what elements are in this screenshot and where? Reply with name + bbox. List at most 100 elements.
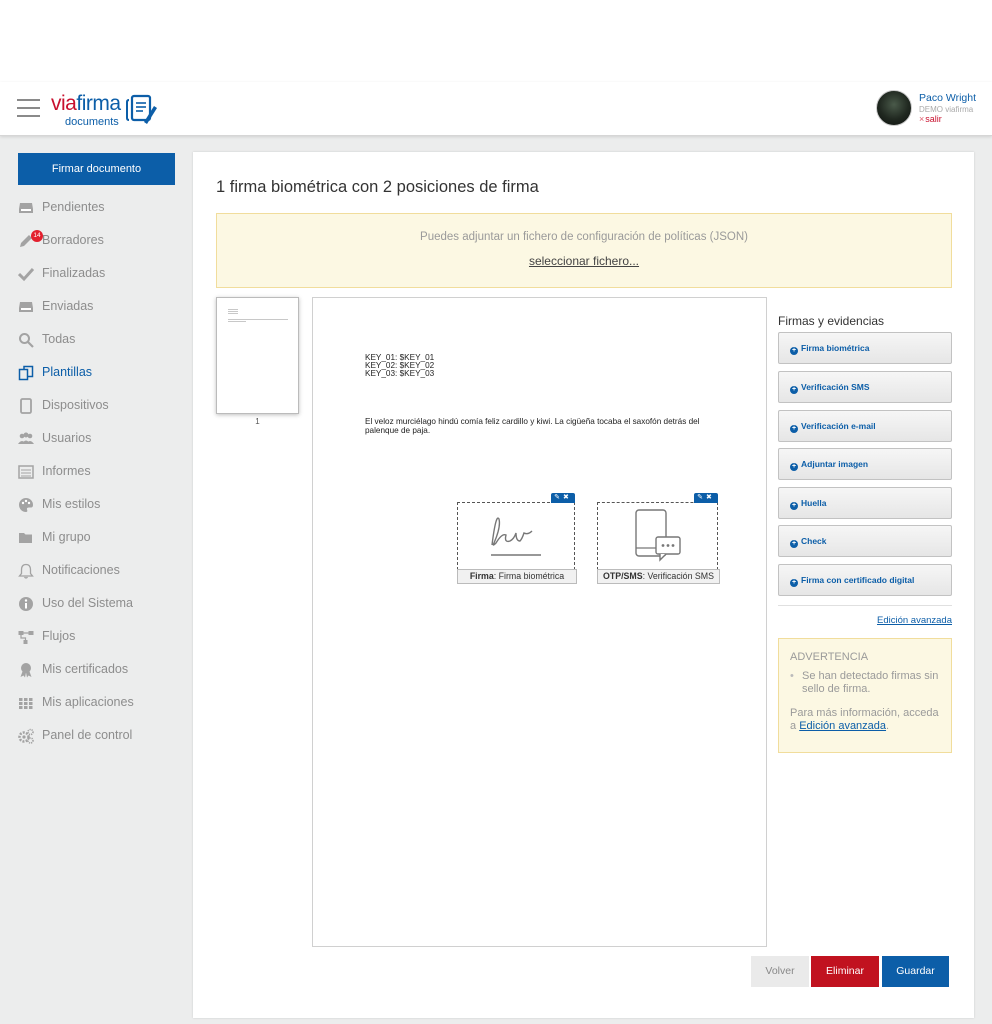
sidebar-item-label: Flujos bbox=[42, 629, 76, 643]
sidebar-item-mis-aplicaciones[interactable]: Mis aplicaciones bbox=[18, 686, 188, 719]
plus-icon: + bbox=[790, 579, 798, 587]
warning-advanced-edit-link[interactable]: Edición avanzada bbox=[799, 720, 886, 732]
sidebar-item-pendientes[interactable]: Pendientes bbox=[18, 191, 188, 224]
user-avatar[interactable] bbox=[876, 90, 912, 126]
thumb-line bbox=[228, 311, 238, 312]
evidence-button-label: Verificación SMS bbox=[801, 382, 870, 392]
evidence-button-label: Firma biométrica bbox=[801, 343, 870, 353]
info-icon bbox=[19, 597, 33, 611]
back-button[interactable]: Volver bbox=[751, 956, 809, 987]
viafirma-logo[interactable]: viafirma documents bbox=[51, 92, 171, 128]
add-digital-certificate-button[interactable]: + Firma con certificado digital bbox=[778, 564, 952, 596]
plus-icon: + bbox=[790, 540, 798, 548]
save-button[interactable]: Guardar bbox=[882, 956, 949, 987]
sidebar-item-panel-de-control[interactable]: Panel de control bbox=[18, 719, 188, 752]
sidebar-item-mi-grupo[interactable]: Mi grupo bbox=[18, 521, 188, 554]
signature-position-sms[interactable]: ✎✖ OTP/SMS: Verificación SMS bbox=[597, 493, 720, 584]
add-biometric-signature-button[interactable]: + Firma biométrica bbox=[778, 332, 952, 364]
sidebar-item-label: Mis certificados bbox=[42, 662, 129, 676]
close-icon: × bbox=[919, 114, 925, 124]
plus-icon: + bbox=[790, 347, 798, 355]
thumb-line bbox=[228, 319, 288, 320]
plus-icon: + bbox=[790, 502, 798, 510]
sidebar-item-mis-estilos[interactable]: Mis estilos bbox=[18, 488, 188, 521]
warning-box: ADVERTENCIA Se han detectado firmas sin … bbox=[778, 638, 952, 753]
plus-icon: + bbox=[790, 425, 798, 433]
warning-list: Se han detectado firmas sin sello de fir… bbox=[790, 670, 940, 696]
add-email-verification-button[interactable]: + Verificación e-mail bbox=[778, 410, 952, 442]
sidebar-nav: Pendientes 14 Borradores Finalizadas Env… bbox=[18, 191, 188, 752]
sidebar-item-label: Mi grupo bbox=[42, 530, 91, 544]
divider bbox=[778, 605, 952, 606]
menu-icon[interactable] bbox=[17, 99, 40, 117]
evidence-button-label: Check bbox=[801, 536, 827, 546]
plus-icon: + bbox=[790, 463, 798, 471]
sidebar-item-label: Finalizadas bbox=[42, 266, 106, 280]
advanced-edit-link[interactable]: Edición avanzada bbox=[778, 615, 952, 626]
page-thumbnail[interactable] bbox=[216, 297, 299, 414]
evidence-button-label: Huella bbox=[801, 498, 827, 508]
signature-position-biometric[interactable]: ✎✖ Firma: Firma biométrica bbox=[457, 493, 577, 584]
sidebar-item-label: Plantillas bbox=[42, 365, 93, 379]
sidebar-item-enviadas[interactable]: Enviadas bbox=[18, 290, 188, 323]
add-check-button[interactable]: + Check bbox=[778, 525, 952, 557]
palette-icon bbox=[19, 498, 33, 512]
policy-notice-text: Puedes adjuntar un fichero de configurac… bbox=[420, 231, 748, 243]
user-name[interactable]: Paco Wright bbox=[919, 92, 976, 104]
edit-remove-tools[interactable]: ✎✖ bbox=[694, 493, 718, 503]
sign-document-button[interactable]: Firmar documento bbox=[18, 153, 175, 185]
page-thumbnail-number: 1 bbox=[255, 417, 260, 426]
select-file-link[interactable]: seleccionar fichero... bbox=[529, 254, 639, 268]
copy-icon bbox=[18, 365, 34, 381]
document-keys: KEY_01: $KEY_01 KEY_02: $KEY_02 KEY_03: … bbox=[365, 353, 434, 378]
add-fingerprint-button[interactable]: + Huella bbox=[778, 487, 952, 519]
sidebar-item-label: Pendientes bbox=[42, 200, 105, 214]
thumb-line bbox=[228, 313, 238, 314]
signature-type: : Verificación SMS bbox=[642, 571, 714, 581]
sidebar-item-plantillas[interactable]: Plantillas bbox=[18, 356, 188, 389]
logout-link[interactable]: ×salir bbox=[919, 114, 942, 124]
evidence-button-label: Verificación e-mail bbox=[801, 421, 876, 431]
drafts-count-badge: 14 bbox=[31, 230, 43, 242]
sidebar-item-notificaciones[interactable]: Notificaciones bbox=[18, 554, 188, 587]
sidebar-item-uso-del-sistema[interactable]: Uso del Sistema bbox=[18, 587, 188, 620]
thumb-line bbox=[228, 321, 246, 322]
sidebar-item-label: Dispositivos bbox=[42, 398, 109, 412]
gears-icon bbox=[18, 728, 34, 744]
top-blank-band bbox=[0, 0, 992, 82]
signature-position-label: OTP/SMS: Verificación SMS bbox=[597, 569, 720, 584]
logo-firma: firma bbox=[76, 92, 121, 115]
evidence-button-label: Firma con certificado digital bbox=[801, 575, 915, 585]
sidebar-item-usuarios[interactable]: Usuarios bbox=[18, 422, 188, 455]
user-organization: DEMO viafirma bbox=[919, 105, 974, 114]
thumb-line bbox=[228, 309, 238, 310]
signature-type: : Firma biométrica bbox=[493, 571, 565, 581]
delete-button[interactable]: Eliminar bbox=[811, 956, 879, 987]
tablet-icon bbox=[20, 398, 32, 414]
plus-icon: + bbox=[790, 386, 798, 394]
warning-period: . bbox=[886, 720, 890, 732]
flow-icon bbox=[18, 631, 34, 644]
evidences-title: Firmas y evidencias bbox=[778, 314, 885, 328]
logout-label: salir bbox=[925, 114, 942, 124]
edit-remove-tools[interactable]: ✎✖ bbox=[551, 493, 575, 503]
users-icon bbox=[18, 432, 34, 444]
sidebar-item-flujos[interactable]: Flujos bbox=[18, 620, 188, 653]
sidebar-item-finalizadas[interactable]: Finalizadas bbox=[18, 257, 188, 290]
inbox-icon bbox=[19, 203, 33, 213]
app-header: viafirma documents Paco Wright DEMO viaf… bbox=[0, 82, 992, 136]
folder-icon bbox=[19, 533, 32, 543]
main-panel: 1 firma biométrica con 2 posiciones de f… bbox=[193, 152, 974, 1018]
signature-kind: Firma bbox=[469, 571, 494, 581]
sidebar-item-borradores[interactable]: 14 Borradores bbox=[18, 224, 188, 257]
report-icon bbox=[18, 465, 34, 479]
document-pen-icon bbox=[126, 94, 157, 124]
sidebar-item-informes[interactable]: Informes bbox=[18, 455, 188, 488]
sidebar-item-label: Informes bbox=[42, 464, 91, 478]
add-image-button[interactable]: + Adjuntar imagen bbox=[778, 448, 952, 480]
add-sms-verification-button[interactable]: + Verificación SMS bbox=[778, 371, 952, 403]
sidebar-item-mis-certificados[interactable]: Mis certificados bbox=[18, 653, 188, 686]
sidebar-item-label: Panel de control bbox=[42, 728, 133, 742]
sidebar-item-todas[interactable]: Todas bbox=[18, 323, 188, 356]
sidebar-item-dispositivos[interactable]: Dispositivos bbox=[18, 389, 188, 422]
